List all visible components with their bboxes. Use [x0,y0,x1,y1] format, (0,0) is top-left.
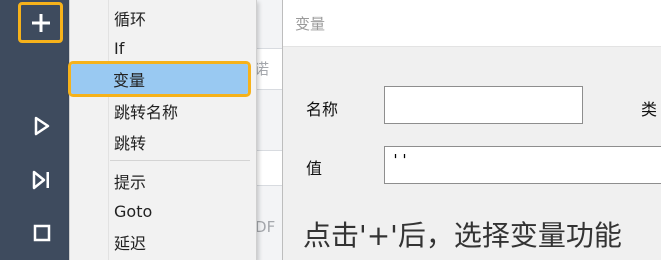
menu-item-label: 延迟 [114,234,147,253]
menu-separator [110,160,250,161]
menu-item-variable[interactable]: 变量 [68,61,251,97]
add-button[interactable] [18,2,63,43]
screen: 诺 PDF 变量 名称 类 值 '' 点击'+'后，选择变量功能 循环 If 变… [0,0,661,260]
value-input[interactable]: '' [384,146,661,184]
play-icon [34,116,50,136]
menu-item-label: 跳转名称 [114,103,179,122]
step-button[interactable] [22,160,62,200]
step-forward-icon [32,170,49,190]
menu-item-prompt[interactable]: 提示 [72,167,250,195]
menu-item-if[interactable]: If [72,34,250,62]
dialog-title-bar: 变量 [283,0,661,47]
stop-button[interactable] [22,213,62,253]
menu-item-goto[interactable]: Goto [72,197,250,225]
variable-dialog: 变量 名称 类 值 '' 点击'+'后，选择变量功能 [282,0,661,260]
menu-item-jump-name[interactable]: 跳转名称 [72,97,250,125]
stop-icon [33,224,51,242]
menu-item-jump[interactable]: 跳转 [72,128,250,156]
menu-item-label: 提示 [114,173,147,192]
value-label: 值 [306,159,323,178]
insert-menu: 循环 If 变量 跳转名称 跳转 提示 Goto 延迟 [68,0,257,260]
type-label: 类 [641,100,658,119]
run-button[interactable] [22,106,62,146]
menu-item-label: If [114,38,125,58]
menu-item-label: Goto [114,201,153,221]
instruction-caption: 点击'+'后，选择变量功能 [303,219,622,252]
menu-item-label: 变量 [113,71,146,90]
dialog-title: 变量 [295,15,326,33]
menu-item-label: 跳转 [114,134,147,153]
name-label: 名称 [306,100,339,119]
menu-item-label: 循环 [114,10,147,29]
menu-item-loop[interactable]: 循环 [72,4,250,32]
plus-icon [31,13,50,32]
menu-item-delay[interactable]: 延迟 [72,228,250,256]
name-input[interactable] [384,86,583,124]
